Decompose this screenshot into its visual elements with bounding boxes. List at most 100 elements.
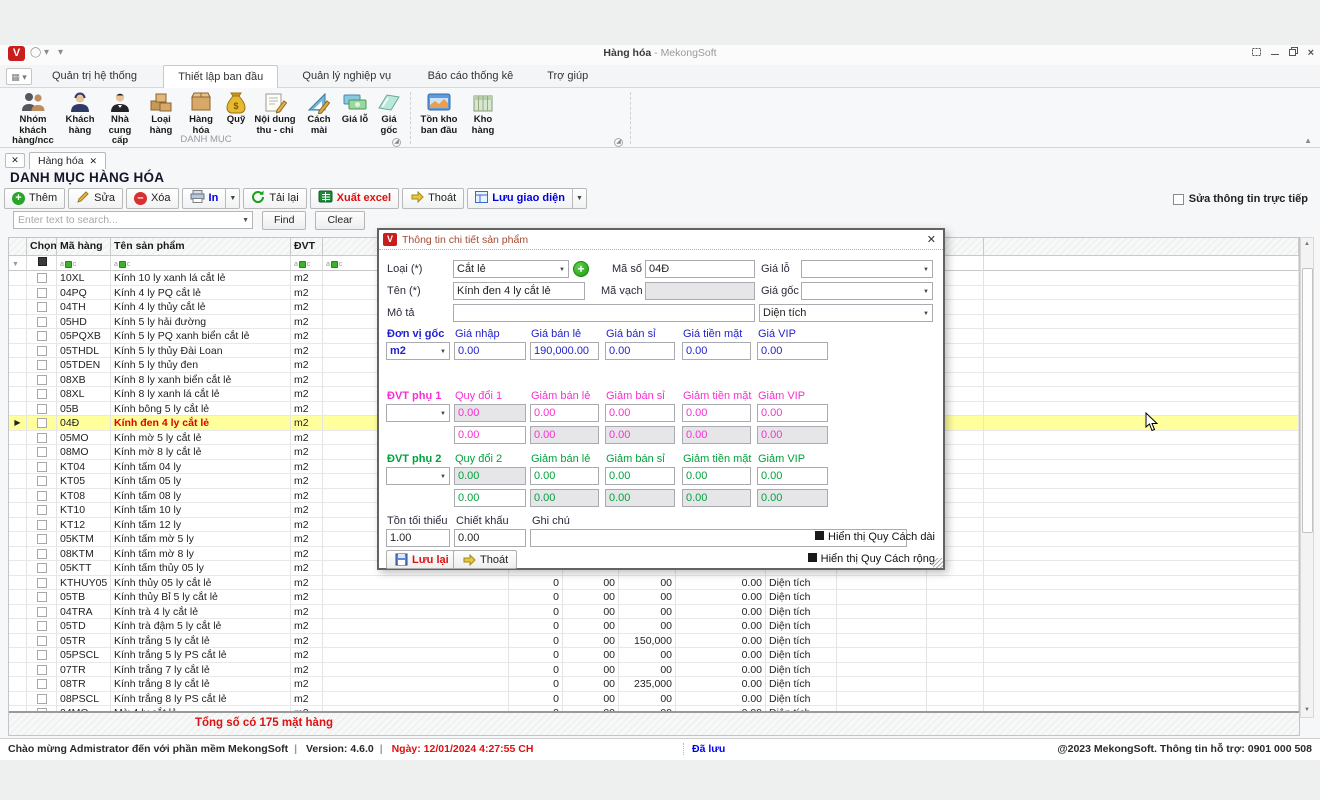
- row-checkbox[interactable]: [37, 650, 47, 660]
- edit-direct-checkbox[interactable]: [1173, 194, 1184, 205]
- discount-field[interactable]: 0.00: [757, 404, 828, 422]
- row-checkbox-cell[interactable]: [27, 402, 57, 417]
- row-checkbox-cell[interactable]: [27, 503, 57, 518]
- discount-field[interactable]: 0.00: [605, 404, 675, 422]
- search-dropdown-icon[interactable]: ▼: [242, 217, 249, 224]
- fullscreen-button[interactable]: [1252, 47, 1261, 59]
- row-checkbox[interactable]: [37, 636, 47, 646]
- table-row[interactable]: 05TRKính trắng 5 ly cắt lẻm2000150,0000.…: [9, 634, 1299, 649]
- table-row[interactable]: 05PSCLKính trắng 5 ly PS cắt lẻm2000000.…: [9, 648, 1299, 663]
- exit-button[interactable]: Thoát: [402, 188, 464, 209]
- table-row[interactable]: 08PSCLKính trắng 8 ly PS cắt lẻm2000000.…: [9, 692, 1299, 707]
- ribbon-tab-0[interactable]: Quản trị hệ thống: [38, 65, 151, 88]
- row-checkbox-cell[interactable]: [27, 271, 57, 286]
- close-button[interactable]: ×: [1308, 47, 1314, 59]
- unit2-combo[interactable]: ▼: [386, 404, 450, 422]
- ten-input[interactable]: Kính đen 4 ly cắt lẻ: [453, 282, 585, 300]
- row-checkbox[interactable]: [37, 375, 47, 385]
- print-button[interactable]: In: [182, 188, 227, 209]
- row-checkbox-cell[interactable]: [27, 590, 57, 605]
- row-checkbox[interactable]: [37, 665, 47, 675]
- price-field[interactable]: 0.00: [454, 342, 526, 360]
- tab-close-icon[interactable]: ✕: [90, 156, 98, 166]
- row-checkbox[interactable]: [37, 679, 47, 689]
- row-checkbox-cell[interactable]: [27, 692, 57, 707]
- row-checkbox[interactable]: [37, 549, 47, 559]
- row-checkbox-cell[interactable]: [27, 460, 57, 475]
- filter-cell[interactable]: ac: [111, 256, 291, 271]
- export-excel-button[interactable]: Xuất excel: [310, 188, 399, 209]
- row-checkbox-cell[interactable]: [27, 605, 57, 620]
- scrollbar-thumb[interactable]: [1302, 268, 1313, 533]
- delete-button[interactable]: –Xóa: [126, 188, 179, 209]
- filter-cell[interactable]: ac: [57, 256, 111, 271]
- table-row[interactable]: 04TRAKính trà 4 ly cắt lẻm2000000.00Diện…: [9, 605, 1299, 620]
- row-checkbox[interactable]: [37, 476, 47, 486]
- row-checkbox-cell[interactable]: [27, 518, 57, 533]
- row-checkbox[interactable]: [37, 621, 47, 631]
- price-field[interactable]: 0.00: [682, 342, 751, 360]
- row-checkbox[interactable]: [37, 505, 47, 515]
- row-checkbox-cell[interactable]: [27, 634, 57, 649]
- print-button-dropdown-icon[interactable]: ▼: [226, 188, 240, 209]
- price-field[interactable]: 190,000.00: [530, 342, 599, 360]
- row-checkbox[interactable]: [37, 346, 47, 356]
- row-checkbox[interactable]: [37, 694, 47, 704]
- show-width-checkbox[interactable]: Hiển thị Quy Cách rộng: [735, 553, 935, 565]
- group-dialog-launcher-icon[interactable]: ◢: [614, 138, 623, 147]
- loai-combo[interactable]: Cắt lẻ▼: [453, 260, 569, 278]
- select-all-checkbox[interactable]: [38, 257, 47, 266]
- discount-field[interactable]: 0.00: [682, 467, 751, 485]
- table-row[interactable]: 07TRKính trắng 7 ly cắt lẻm2000000.00Diệ…: [9, 663, 1299, 678]
- row-checkbox-cell[interactable]: [27, 619, 57, 634]
- scroll-down-icon[interactable]: ▼: [1301, 704, 1313, 717]
- discount-field[interactable]: 0.00: [454, 426, 526, 444]
- group-dialog-launcher-icon[interactable]: ◢: [392, 138, 401, 147]
- scroll-up-icon[interactable]: ▲: [1301, 238, 1313, 251]
- row-checkbox[interactable]: [37, 331, 47, 341]
- find-button[interactable]: Find: [262, 211, 306, 230]
- mo-ta-input[interactable]: [453, 304, 755, 322]
- row-checkbox-cell[interactable]: [27, 431, 57, 446]
- row-checkbox-cell[interactable]: [27, 489, 57, 504]
- add-button[interactable]: +Thêm: [4, 188, 65, 209]
- row-checkbox[interactable]: [37, 418, 47, 428]
- add-type-button[interactable]: +: [573, 261, 589, 277]
- gia-lo-combo[interactable]: ▼: [801, 260, 933, 278]
- column-header[interactable]: Tên sản phẩm: [111, 238, 291, 256]
- discount-field[interactable]: 0.00: [757, 467, 828, 485]
- filter-cell[interactable]: ac: [291, 256, 323, 271]
- ribbon-item-10[interactable]: Tồn kho ban đầu: [414, 90, 464, 142]
- discount-field[interactable]: 0.00: [454, 489, 526, 507]
- column-header[interactable]: ĐVT: [291, 238, 323, 256]
- column-header[interactable]: Mã hàng: [57, 238, 111, 256]
- row-checkbox[interactable]: [37, 360, 47, 370]
- dialog-close-icon[interactable]: ✕: [927, 233, 936, 246]
- ribbon-tab-4[interactable]: Trợ giúp: [533, 65, 602, 88]
- row-checkbox[interactable]: [37, 404, 47, 414]
- ribbon-menu-icon[interactable]: ▦ ▾: [6, 68, 32, 85]
- row-checkbox[interactable]: [37, 288, 47, 298]
- row-checkbox-cell[interactable]: [27, 373, 57, 388]
- ton-input[interactable]: 1.00: [386, 529, 450, 547]
- clear-button[interactable]: Clear: [315, 211, 364, 230]
- row-checkbox[interactable]: [37, 491, 47, 501]
- row-checkbox-cell[interactable]: [27, 663, 57, 678]
- table-row[interactable]: KTHUY05Kính thủy 05 ly cắt lẻm2000000.00…: [9, 576, 1299, 591]
- table-row[interactable]: 05TDKính trà đậm 5 ly cắt lẻm2000000.00D…: [9, 619, 1299, 634]
- unit3-combo[interactable]: ▼: [386, 467, 450, 485]
- restore-button[interactable]: [1289, 47, 1298, 59]
- dialog-save-button[interactable]: Lưu lại: [386, 550, 458, 569]
- reload-button[interactable]: Tải lại: [243, 188, 306, 209]
- row-checkbox[interactable]: [37, 578, 47, 588]
- ma-so-input[interactable]: 04Đ: [645, 260, 755, 278]
- row-checkbox[interactable]: [37, 592, 47, 602]
- filter-cell[interactable]: [27, 256, 57, 271]
- tab-hang-hoa[interactable]: Hàng hóa✕: [29, 152, 106, 169]
- ribbon-tab-1[interactable]: Thiết lập ban đầu: [163, 65, 278, 88]
- ribbon-tab-3[interactable]: Báo cáo thống kê: [414, 65, 528, 88]
- row-checkbox-cell[interactable]: [27, 387, 57, 402]
- row-checkbox-cell[interactable]: [27, 561, 57, 576]
- gia-goc-combo[interactable]: ▼: [801, 282, 933, 300]
- price-field[interactable]: 0.00: [757, 342, 828, 360]
